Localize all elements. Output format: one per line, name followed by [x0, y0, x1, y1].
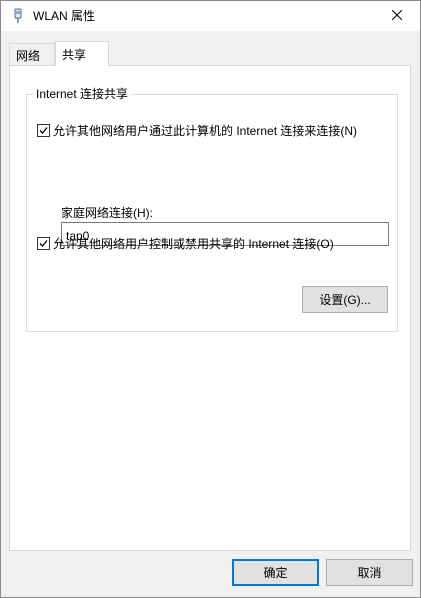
window-title: WLAN 属性: [33, 9, 96, 23]
network-adapter-icon: [11, 8, 25, 24]
close-button[interactable]: [374, 1, 420, 31]
allow-connect-checkbox[interactable]: [37, 124, 50, 137]
allow-connect-checkbox-row[interactable]: 允许其他网络用户通过此计算机的 Internet 连接来连接(N): [37, 122, 357, 139]
allow-control-checkbox-row[interactable]: 允许其他网络用户控制或禁用共享的 Internet 连接(O): [37, 235, 334, 252]
allow-control-checkbox[interactable]: [37, 237, 50, 250]
cancel-button[interactable]: 取消: [326, 559, 413, 586]
check-icon: [39, 240, 48, 247]
tab-networking[interactable]: 网络: [9, 43, 55, 65]
allow-connect-label: 允许其他网络用户通过此计算机的 Internet 连接来连接(N): [53, 124, 358, 138]
tab-sharing[interactable]: 共享: [55, 41, 109, 66]
sharing-tab-panel: Internet 连接共享 允许其他网络用户通过此计算机的 Internet 连…: [9, 65, 411, 551]
check-icon: [39, 127, 48, 134]
home-network-label: 家庭网络连接(H):: [61, 206, 153, 220]
allow-control-label: 允许其他网络用户控制或禁用共享的 Internet 连接(O): [53, 237, 334, 251]
properties-dialog: WLAN 属性 网络 共享 Internet 连接共享 允许其他网络用户通过此计…: [0, 0, 421, 598]
ok-button[interactable]: 确定: [232, 559, 319, 586]
settings-button[interactable]: 设置(G)...: [302, 286, 388, 313]
internet-connection-sharing-group: Internet 连接共享 允许其他网络用户通过此计算机的 Internet 连…: [26, 87, 398, 332]
title-bar: WLAN 属性: [1, 1, 420, 31]
close-icon: [391, 9, 403, 23]
group-title: Internet 连接共享: [33, 87, 132, 101]
